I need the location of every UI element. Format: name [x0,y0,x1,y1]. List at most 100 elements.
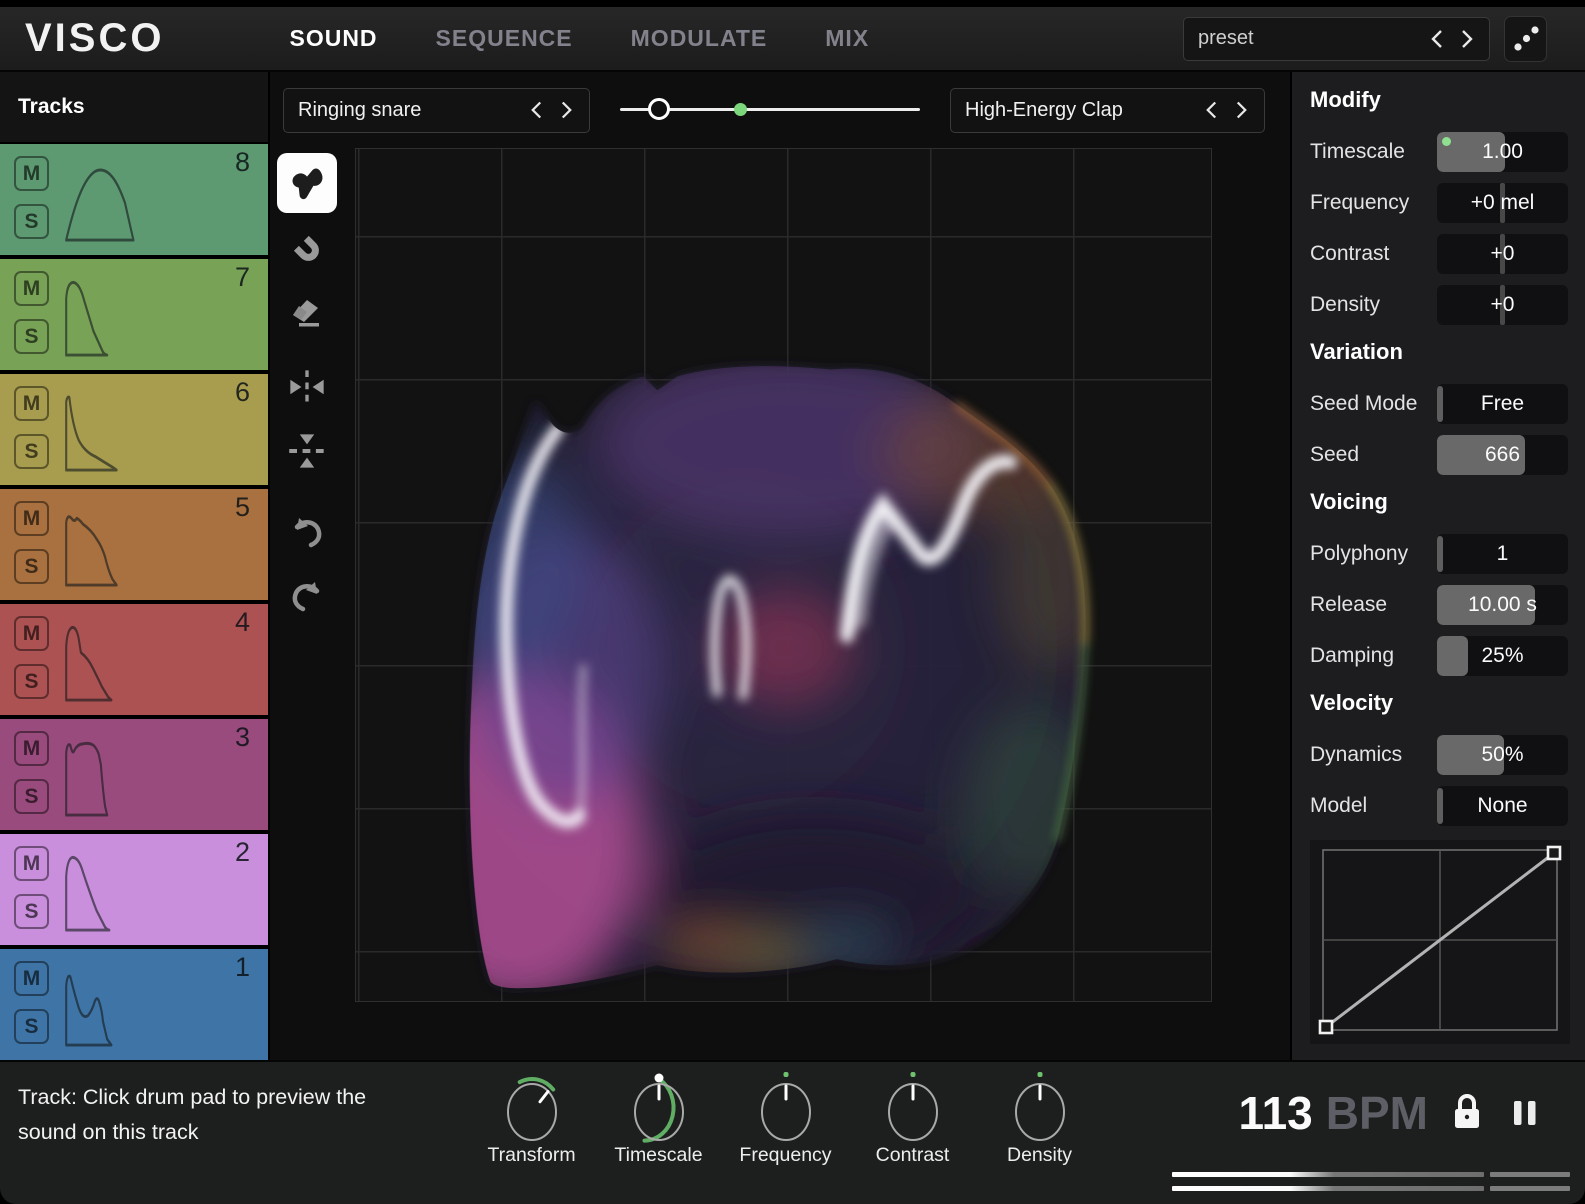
knob-dot [783,1072,788,1077]
param-label: Timescale [1310,140,1437,164]
track-row-7[interactable]: M S 7 [0,259,268,370]
seed-mode-selector[interactable]: Free [1437,384,1568,424]
mute-button[interactable]: M [14,386,49,421]
param-value: None [1437,786,1568,826]
mute-button[interactable]: M [14,731,49,766]
knob-transform[interactable]: Transform [468,1068,595,1167]
spectral-canvas[interactable] [355,148,1212,1002]
source-preset-value: Ringing snare [298,99,529,122]
preset-prev-icon[interactable] [1429,28,1445,50]
velocity-curve-editor[interactable] [1310,840,1570,1044]
frequency-slider[interactable]: +0 mel [1437,183,1568,223]
section-velocity: Velocity [1310,690,1568,720]
morph-slider[interactable] [620,95,920,125]
smudge-tool-button[interactable] [277,153,337,213]
track-row-4[interactable]: M S 4 [0,604,268,715]
meter-bar-left [1172,1172,1484,1177]
param-label: Contrast [1310,242,1437,266]
tempo-lock-icon[interactable] [1449,1090,1485,1136]
preset-next-icon[interactable] [1459,28,1475,50]
density-slider[interactable]: +0 [1437,285,1568,325]
param-row-seed-mode: Seed Mode Free [1310,384,1568,424]
track-row-2[interactable]: M S 2 [0,834,268,945]
macro-knobs: Transform Timescale Frequency [468,1068,1103,1167]
solo-button[interactable]: S [14,1009,49,1044]
track-row-5[interactable]: M S 5 [0,489,268,600]
track-row-6[interactable]: M S 6 [0,374,268,485]
mute-button[interactable]: M [14,156,49,191]
knob-density[interactable]: Density [976,1068,1103,1167]
curve-handle-start[interactable] [1320,1021,1332,1033]
knob-frequency[interactable]: Frequency [722,1068,849,1167]
eraser-icon [287,291,327,331]
undo-icon [287,513,327,553]
curve-handle-end[interactable] [1548,847,1560,859]
knob-contrast[interactable]: Contrast [849,1068,976,1167]
param-row-polyphony: Polyphony 1 [1310,534,1568,574]
track-envelope [62,844,167,936]
track-row-8[interactable]: M S 8 [0,144,268,255]
redo-button[interactable] [286,577,328,617]
eraser-tool-button[interactable] [286,291,328,331]
status-text: Track: Click drum pad to preview the sou… [18,1080,458,1150]
target-preset-selector[interactable]: High-Energy Clap [950,88,1265,133]
source-preset-selector[interactable]: Ringing snare [283,88,590,133]
solo-button[interactable]: S [14,779,49,814]
magnet-tool-button[interactable] [286,229,328,269]
track-number: 6 [235,377,250,408]
morph-slider-handle[interactable] [648,98,670,120]
mute-button[interactable]: M [14,271,49,306]
timescale-slider[interactable]: 1.00 [1437,132,1568,172]
knob-label: Timescale [614,1144,702,1167]
dynamics-slider[interactable]: 50% [1437,735,1568,775]
solo-button[interactable]: S [14,319,49,354]
param-row-timescale: Timescale 1.00 [1310,132,1568,172]
tempo-display: 113 BPM [1239,1086,1540,1140]
track-number: 8 [235,147,250,178]
param-label: Model [1310,794,1437,818]
mute-button[interactable]: M [14,961,49,996]
pause-icon[interactable] [1510,1095,1540,1131]
solo-button[interactable]: S [14,204,49,239]
track-number: 2 [235,837,250,868]
meter-segment-left [1490,1172,1570,1177]
mute-button[interactable]: M [14,501,49,536]
source-prev-icon[interactable] [529,99,545,121]
param-value: 1 [1437,534,1568,574]
tab-sound[interactable]: SOUND [289,25,377,52]
param-row-contrast: Contrast +0 [1310,234,1568,274]
source-next-icon[interactable] [559,99,575,121]
track-number: 3 [235,722,250,753]
seed-slider[interactable]: 666 [1437,435,1568,475]
solo-button[interactable]: S [14,549,49,584]
mute-button[interactable]: M [14,846,49,881]
collapse-vertical-button[interactable] [286,431,328,471]
target-next-icon[interactable] [1234,99,1250,121]
contrast-slider[interactable]: +0 [1437,234,1568,274]
tab-sequence[interactable]: SEQUENCE [436,25,573,52]
undo-button[interactable] [286,513,328,553]
polyphony-selector[interactable]: 1 [1437,534,1568,574]
solo-button[interactable]: S [14,434,49,469]
bpm-unit: BPM [1326,1086,1428,1140]
randomize-button[interactable] [1504,16,1547,62]
solo-button[interactable]: S [14,894,49,929]
model-selector[interactable]: None [1437,786,1568,826]
track-row-1[interactable]: M S 1 [0,949,268,1060]
target-prev-icon[interactable] [1204,99,1220,121]
release-slider[interactable]: 10.00 s [1437,585,1568,625]
mirror-horizontal-icon [287,367,327,407]
track-number: 5 [235,492,250,523]
mute-button[interactable]: M [14,616,49,651]
track-row-3[interactable]: M S 3 [0,719,268,830]
solo-button[interactable]: S [14,664,49,699]
mirror-horizontal-button[interactable] [286,367,328,407]
canvas-toolbar [270,148,343,1060]
param-value: 666 [1437,435,1568,475]
bpm-value[interactable]: 113 [1239,1086,1313,1140]
tab-modulate[interactable]: MODULATE [631,25,768,52]
damping-slider[interactable]: 25% [1437,636,1568,676]
tab-mix[interactable]: MIX [825,25,869,52]
knob-timescale[interactable]: Timescale [595,1068,722,1167]
global-preset-selector[interactable]: preset [1183,17,1490,61]
